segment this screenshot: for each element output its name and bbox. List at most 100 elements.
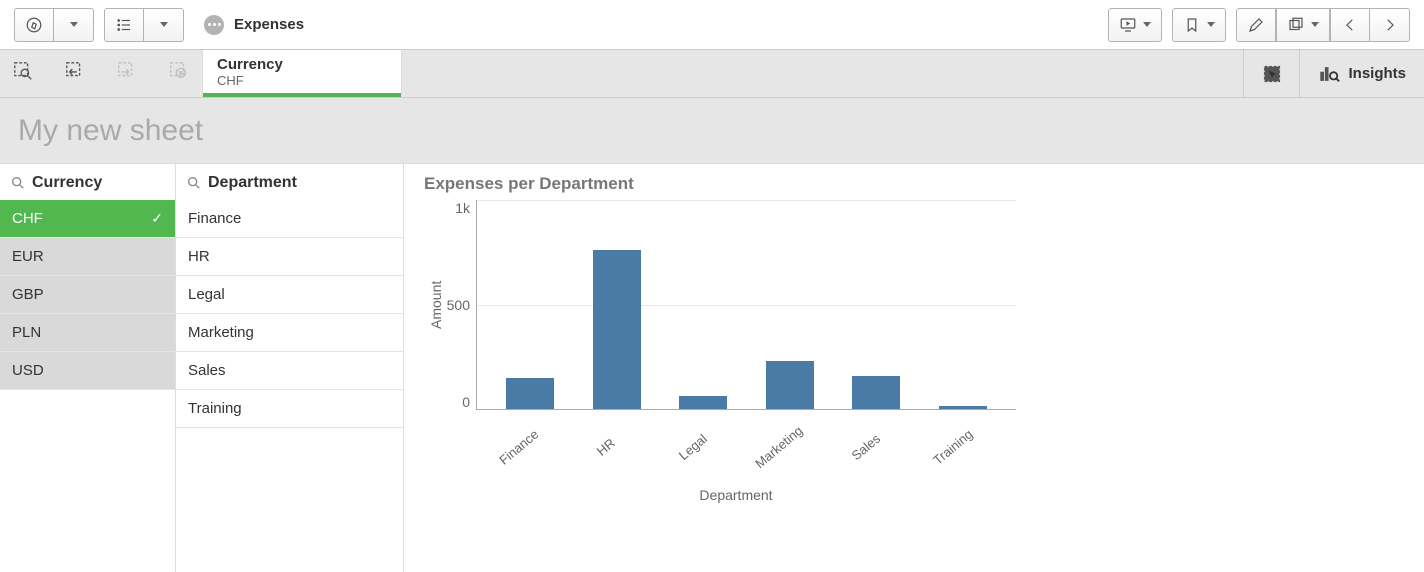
step-forward-icon <box>116 60 138 82</box>
bars-container <box>477 200 1016 409</box>
filter-item-label: Sales <box>188 362 226 379</box>
clear-all-button[interactable] <box>168 60 190 87</box>
chart-title: Expenses per Department <box>424 174 1394 194</box>
caret-down-icon <box>1207 22 1215 27</box>
selection-pill-currency[interactable]: Currency CHF <box>202 50 402 97</box>
filter-item-label: CHF <box>12 210 43 227</box>
insights-icon <box>1318 63 1340 85</box>
x-tick: Sales <box>838 422 894 472</box>
bar-slot <box>500 200 560 409</box>
chart-plot-area[interactable] <box>476 200 1016 410</box>
clear-all-icon <box>168 60 190 82</box>
play-dropdown-button[interactable] <box>1108 8 1162 42</box>
x-tick: HR <box>578 422 634 472</box>
caret-down-icon <box>1311 22 1319 27</box>
step-back-icon <box>64 60 86 82</box>
bar-marketing[interactable] <box>766 361 814 409</box>
filter-item-chf[interactable]: CHF <box>0 200 175 238</box>
edit-button[interactable] <box>1236 8 1276 42</box>
bar-slot <box>673 200 733 409</box>
y-axis-label: Amount <box>424 200 444 410</box>
x-tick: Marketing <box>751 422 807 472</box>
filter-item-marketing[interactable]: Marketing <box>176 314 403 352</box>
y-tick: 1k <box>455 200 470 216</box>
filter-label: Currency <box>32 174 102 192</box>
list-icon <box>115 16 133 34</box>
nav-menu-group <box>14 8 94 42</box>
x-axis-label: Department <box>466 487 1006 503</box>
outline-button[interactable] <box>104 8 144 42</box>
caret-down-icon <box>1143 22 1151 27</box>
chevron-left-icon <box>1341 16 1359 34</box>
nav-compass-button[interactable] <box>14 8 54 42</box>
filter-item-label: Marketing <box>188 324 254 341</box>
nav-compass-dropdown[interactable] <box>54 8 94 42</box>
sheets-icon <box>1287 16 1305 34</box>
filter-item-label: PLN <box>12 324 41 341</box>
filter-item-sales[interactable]: Sales <box>176 352 403 390</box>
outline-dropdown[interactable] <box>144 8 184 42</box>
step-back-button[interactable] <box>64 60 86 87</box>
play-monitor-icon <box>1119 16 1137 34</box>
filter-header-currency[interactable]: Currency <box>0 164 175 200</box>
filter-item-label: Legal <box>188 286 225 303</box>
insights-button[interactable]: Insights <box>1300 50 1424 97</box>
sheet-title[interactable]: My new sheet <box>18 114 203 148</box>
sheet-title-bar: My new sheet <box>0 98 1424 164</box>
selections-right: Insights <box>1243 50 1424 97</box>
app-icon <box>204 15 224 35</box>
selections-tool-button[interactable] <box>1244 50 1300 97</box>
filter-item-eur[interactable]: EUR <box>0 238 175 276</box>
filter-item-legal[interactable]: Legal <box>176 276 403 314</box>
x-tick: Finance <box>491 422 547 472</box>
prev-sheet-button[interactable] <box>1330 8 1370 42</box>
search-icon <box>10 175 26 191</box>
bar-slot <box>933 200 993 409</box>
next-sheet-button[interactable] <box>1370 8 1410 42</box>
outline-menu-group <box>104 8 184 42</box>
selection-value: CHF <box>217 73 385 88</box>
selections-bar: Currency CHF Insights <box>0 50 1424 98</box>
filter-item-label: USD <box>12 362 44 379</box>
caret-down-icon <box>70 22 78 27</box>
filter-header-department[interactable]: Department <box>176 164 403 200</box>
filter-item-training[interactable]: Training <box>176 390 403 428</box>
edit-sheets-group <box>1236 8 1410 42</box>
filter-item-label: EUR <box>12 248 44 265</box>
filter-item-label: HR <box>188 248 210 265</box>
sheets-dropdown-button[interactable] <box>1276 8 1330 42</box>
chart-pane: Expenses per Department Amount 1k 500 0 … <box>404 164 1424 572</box>
bar-slot <box>846 200 906 409</box>
filter-pane-department: Department Finance HR Legal Marketing Sa… <box>176 164 404 572</box>
app-title-wrap: Expenses <box>204 15 304 35</box>
bar-hr[interactable] <box>593 250 641 409</box>
bar-slot <box>587 200 647 409</box>
bar-finance[interactable] <box>506 378 554 409</box>
bookmark-icon <box>1183 16 1201 34</box>
filter-item-finance[interactable]: Finance <box>176 200 403 238</box>
bookmark-dropdown-button[interactable] <box>1172 8 1226 42</box>
bar-legal[interactable] <box>679 396 727 409</box>
selection-field-name: Currency <box>217 56 385 73</box>
y-axis-ticks: 1k 500 0 <box>444 200 476 410</box>
smart-search-icon <box>12 60 34 82</box>
filter-item-usd[interactable]: USD <box>0 352 175 390</box>
bar-slot <box>760 200 820 409</box>
chart-body: Amount 1k 500 0 <box>424 200 1394 410</box>
filter-item-gbp[interactable]: GBP <box>0 276 175 314</box>
chevron-right-icon <box>1381 16 1399 34</box>
filter-list-department: Finance HR Legal Marketing Sales Trainin… <box>176 200 403 428</box>
x-axis-ticks: FinanceHRLegalMarketingSalesTraining <box>466 410 1006 431</box>
filter-item-pln[interactable]: PLN <box>0 314 175 352</box>
selections-tool-icon <box>1261 63 1283 85</box>
bar-training[interactable] <box>939 406 987 409</box>
insights-label: Insights <box>1348 65 1406 82</box>
filter-item-hr[interactable]: HR <box>176 238 403 276</box>
filter-item-label: GBP <box>12 286 44 303</box>
x-tick: Training <box>925 422 981 472</box>
step-forward-button[interactable] <box>116 60 138 87</box>
smart-search-button[interactable] <box>12 60 34 87</box>
top-toolbar: Expenses <box>0 0 1424 50</box>
caret-down-icon <box>160 22 168 27</box>
bar-sales[interactable] <box>852 376 900 409</box>
